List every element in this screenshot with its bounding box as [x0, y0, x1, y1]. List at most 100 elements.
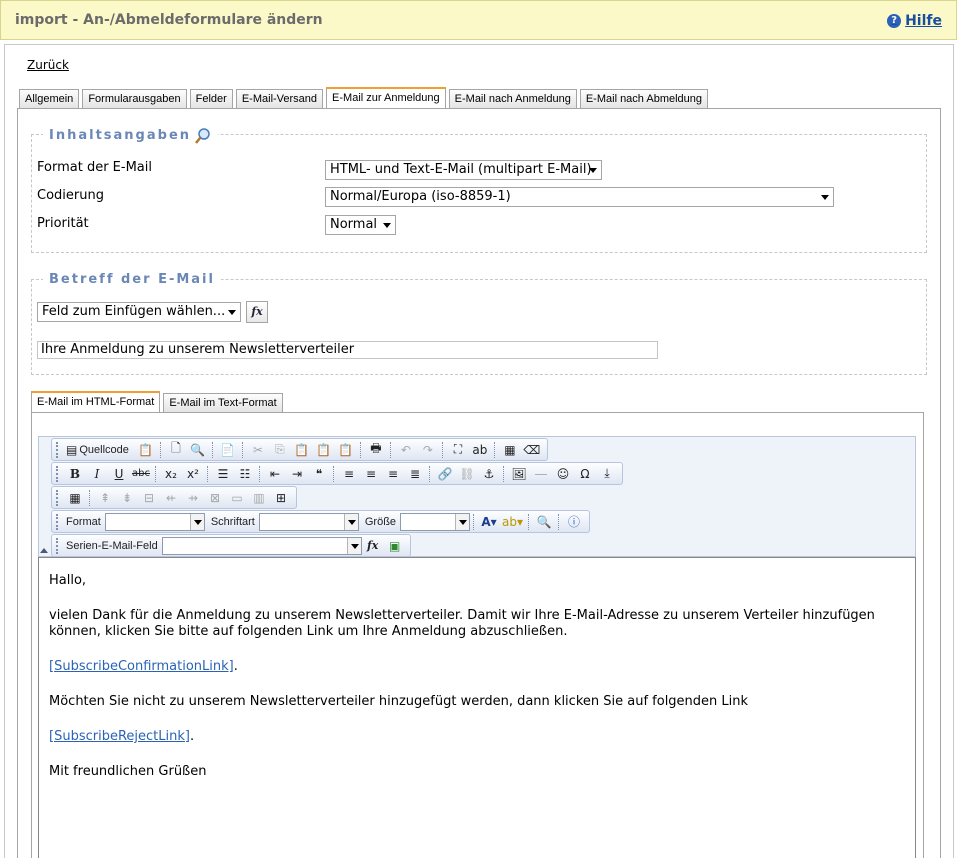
italic-icon[interactable]: I [86, 464, 108, 484]
preview-icon[interactable]: 🔍 [187, 440, 209, 460]
select-all-icon[interactable]: ▦ [499, 440, 521, 460]
templates-icon[interactable]: 📄 [217, 440, 239, 460]
text-color-icon[interactable]: A▾ [478, 512, 500, 532]
chevron-down-icon [589, 168, 597, 173]
toolbar-grip [56, 489, 60, 506]
column-delete-icon[interactable]: ⊠ [204, 488, 226, 508]
help-link[interactable]: ? Hilfe [887, 13, 942, 29]
closing-text: Mit freundlichen Grüßen [49, 764, 207, 779]
priority-select[interactable]: Normal [325, 215, 396, 235]
toolbar-separator [389, 441, 392, 458]
row-insert-after-icon[interactable]: ⇟ [116, 488, 138, 508]
size-combo[interactable] [400, 512, 471, 531]
insert-field-select[interactable]: Feld zum Einfügen wählen... [37, 302, 241, 322]
toolbar-separator [155, 465, 157, 482]
remove-format-icon[interactable]: ⌫ [521, 440, 543, 460]
page: import - An-/Abmeldeformulare ändern ? Hi… [0, 0, 957, 858]
tab-email-nach-anmeldung[interactable]: E-Mail nach Anmeldung [448, 89, 577, 108]
numbered-list-icon[interactable]: ☰ [212, 464, 234, 484]
tab-formularausgaben[interactable]: Formularausgaben [82, 89, 187, 108]
reject-link[interactable]: [SubscribeRejectLink] [49, 729, 190, 744]
tab-email-nach-abmeldung[interactable]: E-Mail nach Abmeldung [579, 89, 709, 108]
coding-select[interactable]: Normal/Europa (iso-8859-1) [325, 187, 834, 207]
cut-icon[interactable]: ✂ [247, 440, 269, 460]
cell-split-icon[interactable]: ▭ [226, 488, 248, 508]
column-insert-after-icon[interactable]: ⇸ [182, 488, 204, 508]
print-icon[interactable]: 🖶 [365, 440, 387, 460]
background-color-icon[interactable]: ab▾ [500, 512, 525, 532]
format-combo[interactable] [104, 512, 205, 531]
maximize-icon[interactable]: 🔍 [533, 512, 555, 532]
tab-email-zur-anmeldung[interactable]: E-Mail zur Anmeldung [326, 87, 446, 108]
find-icon[interactable]: ⛶ [447, 440, 469, 460]
size-combo-label: Größe [364, 515, 397, 528]
subject-input[interactable]: Ihre Anmeldung zu unserem Newslettervert… [37, 341, 658, 359]
special-char-icon[interactable]: Ω [574, 464, 596, 484]
format-select[interactable]: HTML- und Text-E-Mail (multipart E-Mail) [325, 160, 602, 180]
copy-icon[interactable]: ⎘ [269, 440, 291, 460]
priority-select-value: Normal [330, 217, 378, 232]
help-label[interactable]: Hilfe [905, 13, 942, 29]
source-button[interactable]: ▤ Quellcode [64, 440, 135, 460]
format-label: Format der E-Mail [37, 160, 152, 175]
paste-plain-icon[interactable]: 📋 [335, 440, 357, 460]
tab-text-format[interactable]: E-Mail im Text-Format [163, 393, 283, 412]
bullet-list-icon[interactable]: ☷ [234, 464, 256, 484]
blockquote-icon[interactable]: ❝ [308, 464, 330, 484]
superscript-icon[interactable]: x² [182, 464, 204, 484]
row-insert-before-icon[interactable]: ⇞ [94, 488, 116, 508]
anchor-icon[interactable]: ⚓ [478, 464, 500, 484]
smiley-icon[interactable]: ☺ [552, 464, 574, 484]
insert-field-icon[interactable]: ▣ [384, 536, 406, 556]
tab-allgemein[interactable]: Allgemein [19, 89, 80, 108]
new-page-icon[interactable]: 🗋 [165, 440, 187, 460]
about-icon[interactable]: ⓘ [563, 512, 585, 532]
fx-insert-icon[interactable]: fx [362, 536, 384, 556]
fx-button[interactable]: fx [246, 301, 268, 323]
strikethrough-icon[interactable]: abc [130, 464, 152, 484]
coding-select-value: Normal/Europa (iso-8859-1) [330, 189, 511, 204]
greeting-text: Hallo, [49, 573, 87, 588]
paste-icon[interactable]: 📋 [135, 440, 157, 460]
align-center-icon[interactable]: ≡ [360, 464, 382, 484]
align-justify-icon[interactable]: ≣ [404, 464, 426, 484]
tab-html-format[interactable]: E-Mail im HTML-Format [31, 391, 161, 412]
font-combo[interactable] [258, 512, 359, 531]
indent-icon[interactable]: ⇥ [286, 464, 308, 484]
inhaltsangaben-legend: Inhaltsangaben [43, 127, 219, 144]
serial-field-combo[interactable] [161, 536, 362, 555]
toolbar-separator [441, 441, 444, 458]
paste-word-icon[interactable]: 📋 [313, 440, 335, 460]
back-link[interactable]: Zurück [27, 58, 69, 72]
page-break-icon[interactable]: ⤓ [596, 464, 618, 484]
editor-content[interactable]: Hallo, vielen Dank für die Anmeldung zu … [38, 557, 916, 858]
title-bar: import - An-/Abmeldeformulare ändern ? Hi… [0, 0, 957, 40]
table-properties-icon[interactable]: ⊞ [270, 488, 292, 508]
subscript-icon[interactable]: x₂ [160, 464, 182, 484]
betreff-legend: Betreff der E-Mail [43, 272, 221, 287]
tab-felder[interactable]: Felder [189, 89, 233, 108]
outdent-icon[interactable]: ⇤ [264, 464, 286, 484]
row-delete-icon[interactable]: ⊟ [138, 488, 160, 508]
paste-text-icon[interactable]: 📋 [291, 440, 313, 460]
redo-icon[interactable]: ↷ [417, 440, 439, 460]
link-icon[interactable]: 🔗 [434, 464, 456, 484]
column-insert-before-icon[interactable]: ⇷ [160, 488, 182, 508]
cell-merge-icon[interactable]: ▥ [248, 488, 270, 508]
tab-email-versand[interactable]: E-Mail-Versand [235, 89, 324, 108]
collapse-toolbar-icon[interactable] [40, 548, 48, 553]
insert-field-select-value: Feld zum Einfügen wählen... [42, 304, 226, 319]
undo-icon[interactable]: ↶ [395, 440, 417, 460]
unlink-icon[interactable]: ⛓ [456, 464, 478, 484]
confirm-link[interactable]: [SubscribeConfirmationLink] [49, 659, 234, 674]
bold-icon[interactable]: B [64, 464, 86, 484]
image-icon[interactable]: 🖼 [508, 464, 530, 484]
horizontal-rule-icon[interactable]: ― [530, 464, 552, 484]
chevron-down-icon [189, 513, 204, 530]
toolbar-separator [159, 441, 162, 458]
underline-icon[interactable]: U [108, 464, 130, 484]
align-left-icon[interactable]: ≡ [338, 464, 360, 484]
align-right-icon[interactable]: ≡ [382, 464, 404, 484]
replace-icon[interactable]: ab [469, 440, 491, 460]
table-icon[interactable]: ▦ [64, 488, 86, 508]
